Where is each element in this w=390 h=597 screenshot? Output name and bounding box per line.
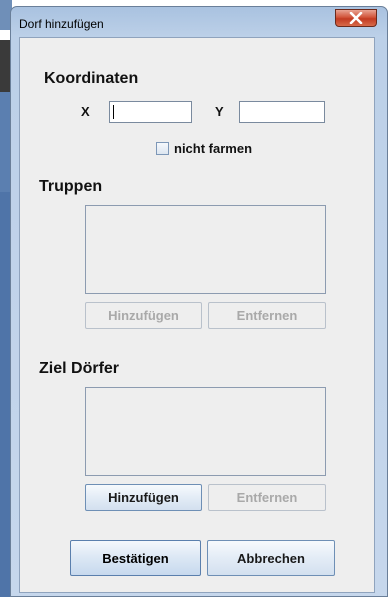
y-label: Y bbox=[215, 104, 224, 119]
ziel-doerfer-remove-button[interactable]: Entfernen bbox=[208, 484, 326, 511]
close-icon bbox=[349, 12, 363, 24]
window-title: Dorf hinzufügen bbox=[19, 17, 104, 31]
x-coordinate-input[interactable] bbox=[109, 101, 192, 123]
text-caret bbox=[113, 105, 114, 119]
ziel-doerfer-list[interactable] bbox=[85, 387, 326, 476]
nicht-farmen-checkbox[interactable] bbox=[156, 142, 169, 155]
cancel-button[interactable]: Abbrechen bbox=[207, 540, 335, 576]
title-bar[interactable]: Dorf hinzufügen bbox=[11, 7, 387, 37]
ziel-doerfer-heading: Ziel Dörfer bbox=[39, 360, 120, 377]
ziel-doerfer-add-button[interactable]: Hinzufügen bbox=[85, 484, 202, 511]
nicht-farmen-label[interactable]: nicht farmen bbox=[174, 141, 252, 156]
dialog-content: Koordinaten X Y nicht farmen Truppen Hin… bbox=[19, 37, 375, 593]
truppen-remove-button[interactable]: Entfernen bbox=[208, 302, 326, 329]
dialog-window: Dorf hinzufügen Koordinaten X Y nicht fa… bbox=[10, 6, 388, 597]
close-button[interactable] bbox=[335, 9, 377, 27]
y-coordinate-input[interactable] bbox=[239, 101, 325, 123]
truppen-list[interactable] bbox=[85, 205, 326, 294]
koordinaten-heading: Koordinaten bbox=[44, 70, 139, 87]
confirm-button[interactable]: Bestätigen bbox=[70, 540, 201, 576]
truppen-heading: Truppen bbox=[39, 178, 103, 195]
x-label: X bbox=[81, 104, 90, 119]
truppen-add-button[interactable]: Hinzufügen bbox=[85, 302, 202, 329]
